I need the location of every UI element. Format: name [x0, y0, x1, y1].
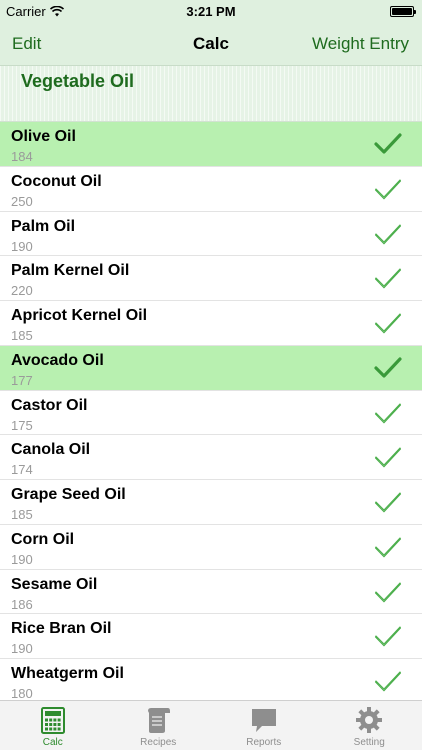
tab-label: Setting [353, 737, 385, 748]
oil-value: 190 [11, 641, 33, 657]
oil-value: 175 [11, 417, 33, 433]
checkmark-icon[interactable] [374, 311, 402, 335]
oil-value: 174 [11, 462, 33, 478]
checkmark-icon[interactable] [374, 132, 402, 156]
oil-name: Apricot Kernel Oil [11, 307, 148, 324]
oil-value: 184 [11, 149, 33, 164]
oil-name: Palm Kernel Oil [11, 262, 130, 280]
oil-name: Coconut Oil [11, 172, 102, 190]
status-bar: Carrier 3:21 PM [0, 0, 422, 22]
oil-value: 186 [11, 596, 33, 612]
oil-name: Rice Bran Oil [11, 620, 112, 638]
oil-row[interactable]: Canola Oil 174 [0, 435, 422, 480]
oil-value: 250 [11, 193, 33, 209]
battery-icon [390, 6, 416, 17]
oil-name: Palm Oil [11, 217, 76, 235]
navigation-bar: Edit Calc Weight Entry [0, 22, 422, 66]
checkmark-icon[interactable] [374, 535, 402, 559]
oil-name: Canola Oil [11, 441, 91, 459]
oil-name: Olive Oil [11, 128, 76, 145]
checkmark-icon[interactable] [374, 401, 402, 425]
recipes-icon [148, 708, 171, 733]
oil-value: 185 [11, 328, 33, 343]
oil-name: Sesame Oil [11, 575, 98, 593]
oil-row[interactable]: Palm Kernel Oil 220 [0, 256, 422, 301]
oil-value: 177 [11, 372, 33, 388]
checkmark-icon[interactable] [374, 669, 402, 693]
gear-icon [356, 707, 383, 733]
oil-row[interactable]: Rice Bran Oil 190 [0, 614, 422, 659]
checkmark-icon[interactable] [374, 266, 402, 290]
checkmark-icon[interactable] [374, 356, 402, 380]
weight-entry-button[interactable]: Weight Entry [312, 34, 409, 54]
oil-value: 190 [11, 238, 33, 254]
tab-label: Recipes [140, 737, 177, 748]
oil-name: Wheatgerm Oil [11, 665, 124, 682]
checkmark-icon[interactable] [374, 222, 402, 246]
battery-fill [392, 8, 412, 15]
checkmark-icon[interactable] [374, 490, 402, 514]
tab-setting[interactable]: Setting [317, 701, 422, 750]
category-title: Vegetable Oil [21, 71, 135, 91]
status-time: 3:21 PM [186, 4, 236, 19]
oil-row[interactable]: Wheatgerm Oil 180 [0, 659, 422, 700]
tab-bar: Calc Recipes Reports Setting [0, 700, 422, 750]
checkmark-icon[interactable] [374, 445, 402, 469]
reports-icon [251, 709, 276, 732]
oil-row[interactable]: Grape Seed Oil 185 [0, 480, 422, 525]
oil-row[interactable]: Sesame Oil 186 [0, 569, 422, 615]
oil-list[interactable]: Olive Oil 184 Coconut Oil 250 Palm Oil 190 Pal… [0, 122, 422, 700]
oil-row[interactable]: Corn Oil 190 [0, 524, 422, 570]
tab-recipes[interactable]: Recipes [106, 701, 212, 750]
oil-name: Castor Oil [11, 396, 88, 414]
oil-row[interactable]: Olive Oil 184 [0, 122, 422, 167]
oil-name: Avocado Oil [11, 351, 104, 369]
category-header: Vegetable Oil [0, 66, 422, 122]
tab-label: Reports [246, 737, 282, 748]
calculator-icon [40, 707, 65, 734]
oil-row[interactable]: Coconut Oil 250 [0, 166, 422, 212]
oil-row[interactable]: Castor Oil 175 [0, 390, 422, 436]
oil-value: 220 [11, 283, 33, 299]
tab-reports[interactable]: Reports [211, 701, 317, 750]
oil-row[interactable]: Avocado Oil 177 [0, 345, 422, 391]
oil-row[interactable]: Palm Oil 190 [0, 211, 422, 257]
oil-value: 190 [11, 551, 33, 567]
oil-row[interactable]: Apricot Kernel Oil 185 [0, 301, 422, 346]
tab-calc[interactable]: Calc [0, 701, 106, 750]
checkmark-icon[interactable] [374, 177, 402, 201]
tab-label: Calc [42, 737, 63, 748]
checkmark-icon[interactable] [374, 624, 402, 648]
oil-name: Grape Seed Oil [11, 486, 126, 503]
oil-value: 180 [11, 686, 33, 700]
oil-name: Corn Oil [11, 530, 75, 548]
oil-value: 185 [11, 507, 33, 522]
checkmark-icon[interactable] [374, 580, 402, 604]
